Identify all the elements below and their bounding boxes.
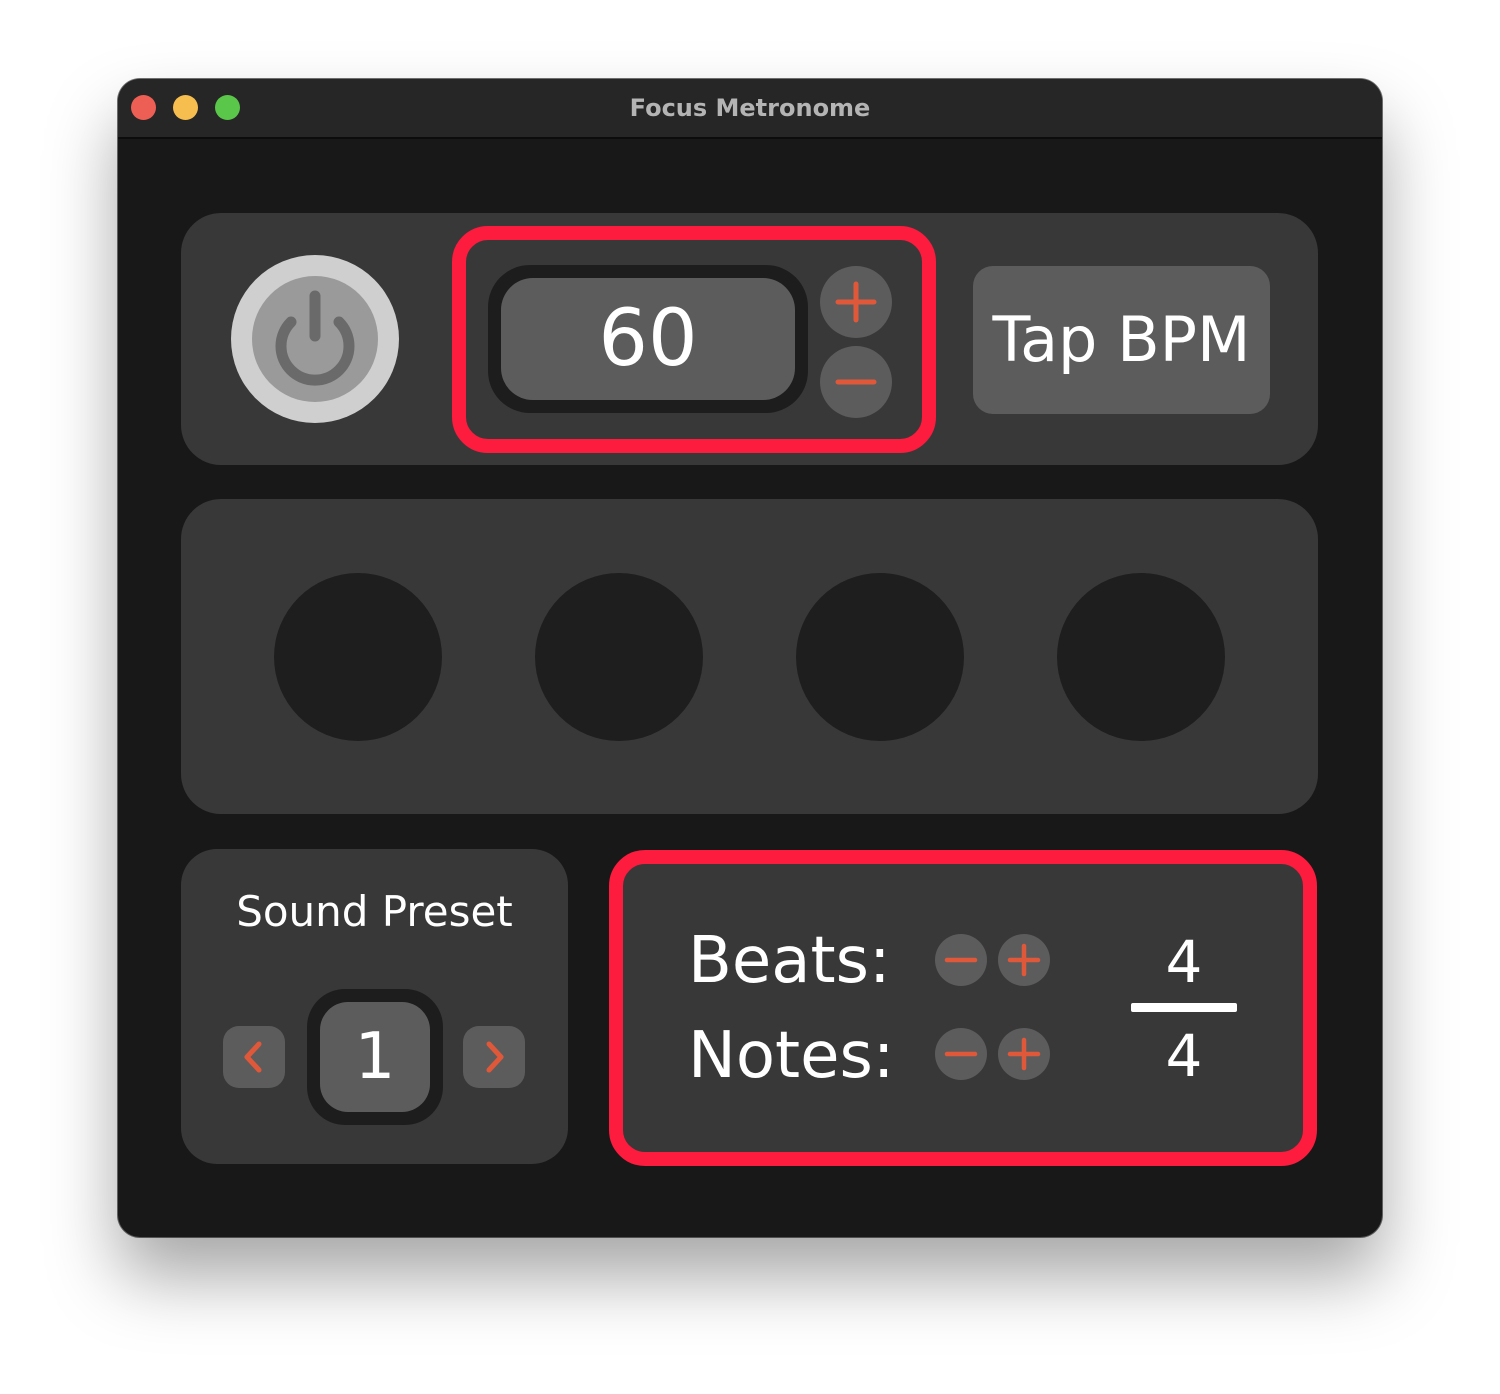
bpm-increment-button[interactable] (820, 266, 892, 338)
beats-increment-button[interactable] (998, 934, 1050, 986)
minus-icon (944, 1051, 978, 1057)
bpm-decrement-button[interactable] (820, 346, 892, 418)
beats-decrement-button[interactable] (935, 934, 987, 986)
fraction-bar (1131, 1003, 1237, 1012)
power-icon (252, 276, 378, 402)
bpm-value[interactable]: 60 (501, 278, 795, 400)
minus-icon (835, 379, 877, 385)
beats-label: Beats: (688, 924, 891, 998)
tap-bpm-button[interactable]: Tap BPM (973, 266, 1270, 414)
chevron-left-icon (244, 1041, 262, 1073)
notes-label: Notes: (688, 1019, 895, 1093)
plus-icon (1007, 1037, 1041, 1071)
beat-indicator (796, 573, 964, 741)
notes-increment-button[interactable] (998, 1028, 1050, 1080)
minus-icon (944, 957, 978, 963)
preset-value: 1 (320, 1002, 430, 1112)
power-button[interactable] (231, 255, 399, 423)
beat-indicator (1057, 573, 1225, 741)
notes-decrement-button[interactable] (935, 1028, 987, 1080)
beats-value: 4 (1165, 928, 1203, 996)
notes-value: 4 (1165, 1022, 1203, 1090)
plus-icon (835, 281, 877, 323)
plus-icon (1007, 943, 1041, 977)
preset-next-button[interactable] (463, 1026, 525, 1088)
beat-indicator (274, 573, 442, 741)
app-window: Focus Metronome 60 Tap BPM Sound Preset (118, 79, 1382, 1237)
sound-preset-title: Sound Preset (236, 887, 513, 936)
beat-indicator (535, 573, 703, 741)
chevron-right-icon (486, 1041, 504, 1073)
preset-prev-button[interactable] (223, 1026, 285, 1088)
window-title: Focus Metronome (629, 94, 871, 122)
title-bar: Focus Metronome (118, 79, 1382, 139)
